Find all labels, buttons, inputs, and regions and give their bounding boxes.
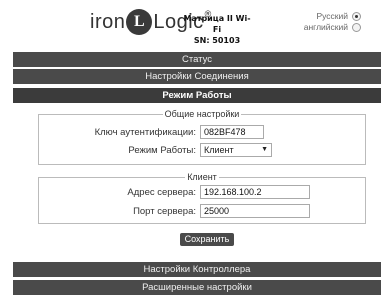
server-address-label: Адрес сервера: — [127, 186, 196, 198]
language-label-ru: Русский — [316, 11, 348, 21]
language-option-ru[interactable]: Русский — [304, 11, 361, 22]
work-mode-row: Режим Работы: Клиент ▼ — [73, 143, 272, 157]
work-mode-value: Клиент — [204, 145, 234, 155]
auth-key-input[interactable]: 082BF478 — [200, 125, 264, 139]
language-selector: Русский английский — [304, 11, 361, 33]
logo-circle: L — [126, 9, 153, 35]
general-settings-legend: Общие настройки — [164, 109, 240, 119]
server-port-input[interactable]: 25000 — [200, 204, 310, 218]
menu-controller-settings[interactable]: Настройки Контроллера — [13, 262, 381, 277]
work-mode-label: Режим Работы: — [128, 144, 196, 156]
language-option-en[interactable]: английский — [304, 22, 361, 33]
server-port-label: Порт сервера: — [133, 205, 196, 217]
logo-text-iron: iron — [90, 10, 126, 33]
work-mode-select[interactable]: Клиент ▼ — [200, 143, 272, 157]
language-label-en: английский — [303, 22, 348, 32]
device-serial: SN: 50103 — [193, 36, 241, 45]
server-port-row: Порт сервера: 25000 — [73, 204, 310, 218]
menu-status[interactable]: Статус — [13, 52, 381, 67]
server-address-row: Адрес сервера: 192.168.100.2 — [73, 185, 310, 199]
header: iron L Logic ® Матрица II Wi-Fi SN: 5010… — [0, 0, 381, 46]
auth-key-row: Ключ аутентификации: 082BF478 — [73, 125, 264, 139]
client-legend: Клиент — [187, 172, 217, 182]
device-name: Матрица II Wi-Fi — [183, 14, 251, 34]
auth-key-label: Ключ аутентификации: — [94, 126, 196, 138]
menu-work-mode[interactable]: Режим Работы — [13, 88, 381, 103]
language-radio-en[interactable] — [352, 23, 361, 32]
menu-connection-settings[interactable]: Настройки Соединения — [13, 69, 381, 84]
server-address-input[interactable]: 192.168.100.2 — [200, 185, 310, 199]
menu-advanced-settings[interactable]: Расширенные настройки — [13, 280, 381, 295]
device-info: Матрица II Wi-Fi SN: 50103 — [180, 13, 254, 46]
language-radio-ru[interactable] — [352, 12, 361, 21]
dropdown-arrow-icon: ▼ — [261, 146, 268, 153]
save-button[interactable]: Сохранить — [180, 233, 234, 246]
